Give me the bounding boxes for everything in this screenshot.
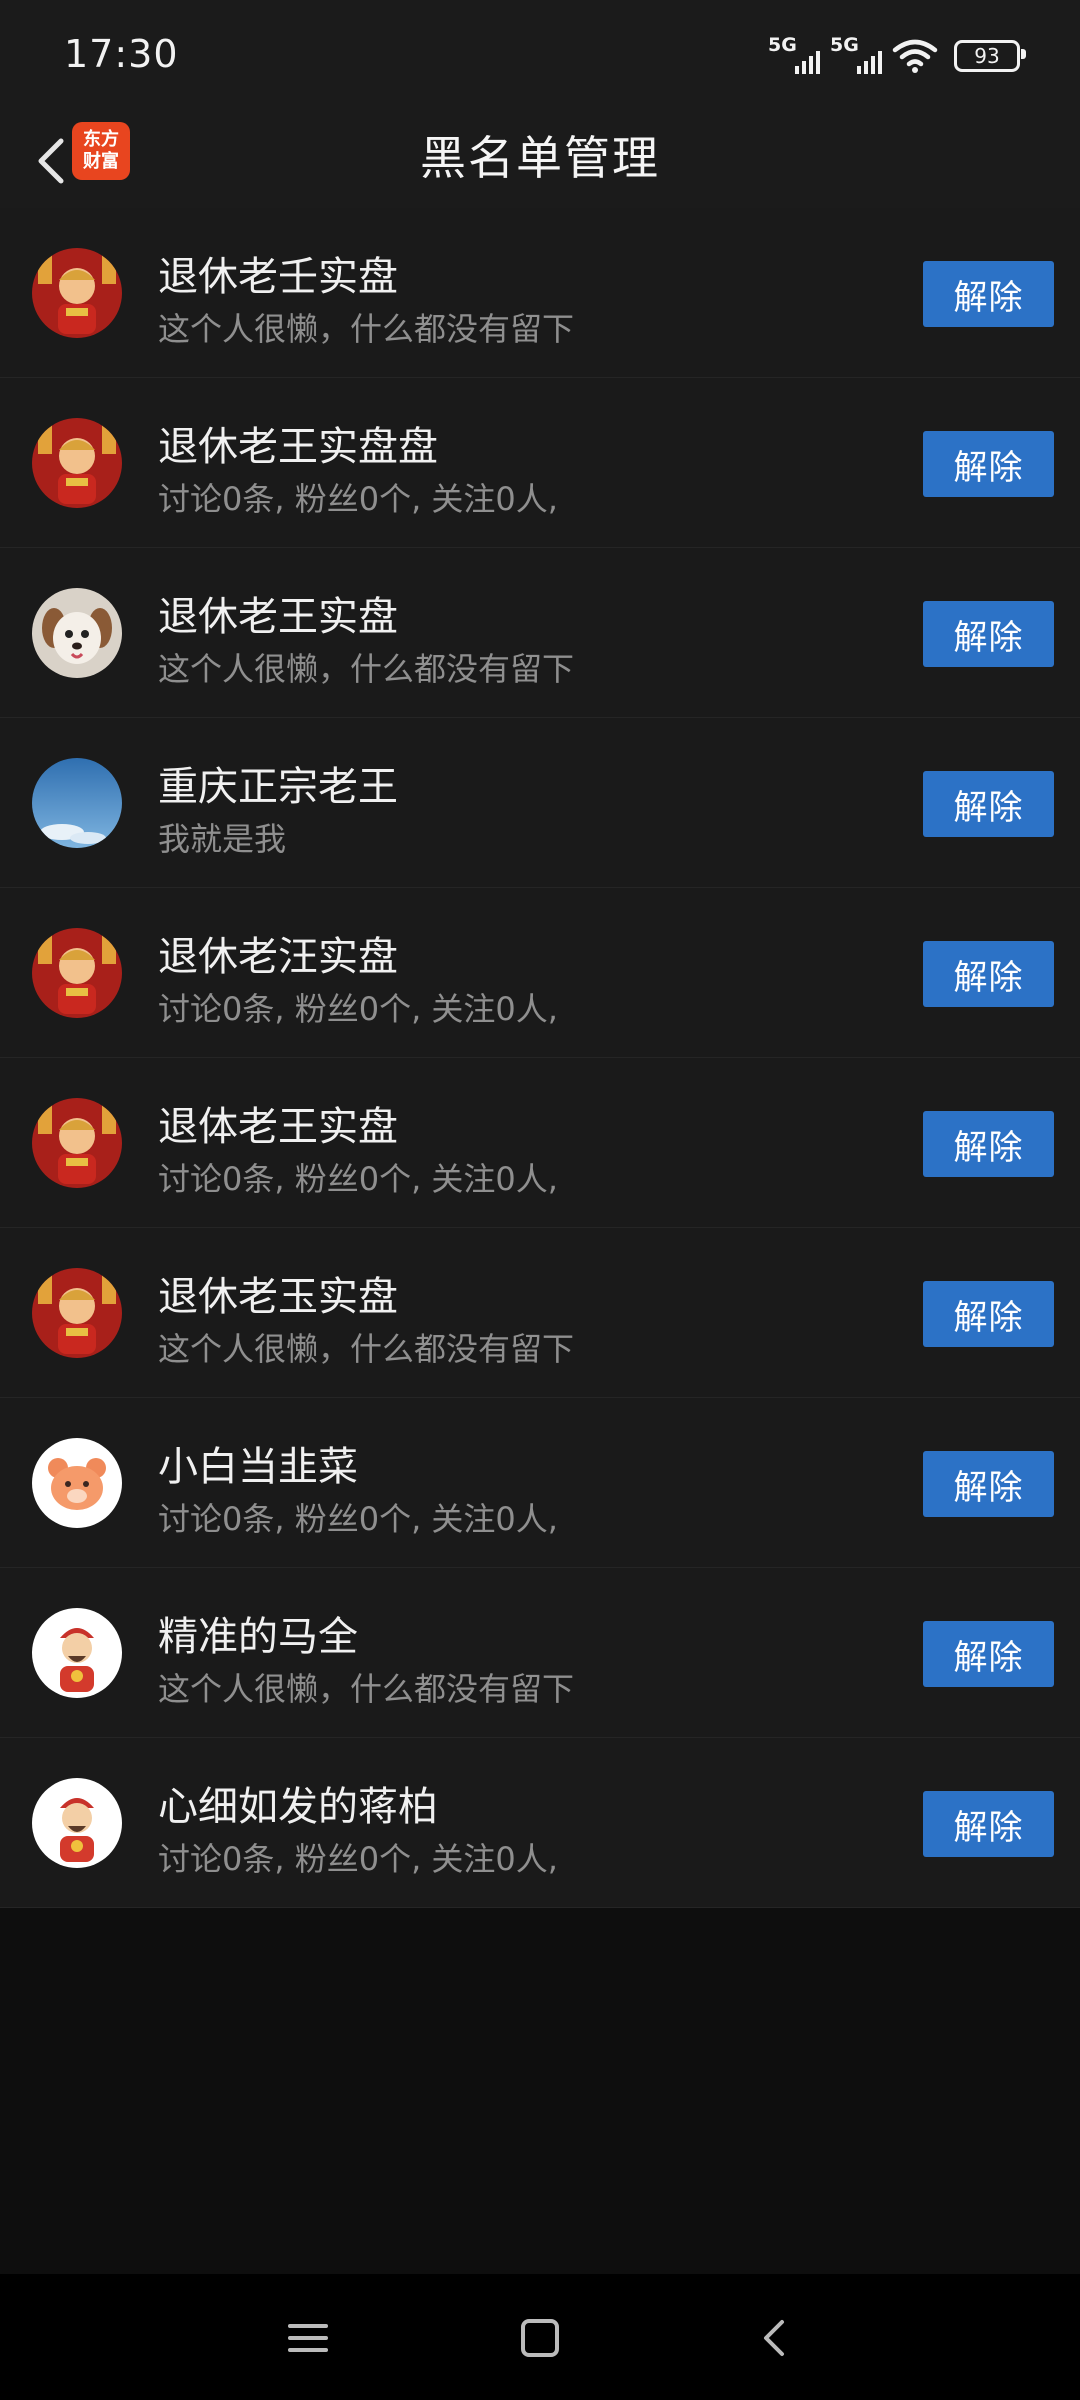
signal-5g-icon: 5G xyxy=(768,34,820,74)
sky-icon xyxy=(32,758,122,848)
avatar[interactable] xyxy=(32,418,122,508)
user-description: 这个人很懒，什么都没有留下 xyxy=(158,1330,575,1368)
user-name[interactable]: 小白当韭菜 xyxy=(158,1434,358,1492)
user-description: 这个人很懒，什么都没有留下 xyxy=(158,310,575,348)
unblock-button[interactable]: 解除 xyxy=(923,601,1054,667)
avatar[interactable] xyxy=(32,758,122,848)
blacklist-row: 退休老玉实盘这个人很懒，什么都没有留下 解除 xyxy=(0,1228,1080,1398)
user-name[interactable]: 心细如发的蒋柏 xyxy=(158,1774,438,1832)
caishen-red-icon xyxy=(32,418,122,508)
avatar[interactable] xyxy=(32,1778,122,1868)
unblock-button[interactable]: 解除 xyxy=(923,1111,1054,1177)
unblock-button[interactable]: 解除 xyxy=(923,1791,1054,1857)
user-name[interactable]: 精准的马全 xyxy=(158,1604,358,1662)
blacklist-row: 心细如发的蒋柏讨论0条, 粉丝0个, 关注0人, 解除 xyxy=(0,1738,1080,1908)
status-time: 17:30 xyxy=(64,32,179,76)
blacklist-row: 精准的马全这个人很懒，什么都没有留下 解除 xyxy=(0,1568,1080,1738)
bear-icon xyxy=(32,1438,122,1528)
user-name[interactable]: 退休老壬实盘 xyxy=(158,244,398,302)
user-description: 这个人很懒，什么都没有留下 xyxy=(158,1670,575,1708)
menu-icon xyxy=(288,2324,328,2352)
user-description: 讨论0条, 粉丝0个, 关注0人, xyxy=(158,1160,558,1198)
blacklist-row: 退休老王实盘盘讨论0条, 粉丝0个, 关注0人, 解除 xyxy=(0,378,1080,548)
avatar[interactable] xyxy=(32,588,122,678)
app-header: 东方 财富 黑名单管理 xyxy=(0,116,1080,208)
caishen-red-icon xyxy=(32,248,122,338)
avatar[interactable] xyxy=(32,1438,122,1528)
unblock-button[interactable]: 解除 xyxy=(923,1621,1054,1687)
puppy-icon xyxy=(32,588,122,678)
system-nav-bar xyxy=(0,2274,1080,2400)
user-name[interactable]: 退休老王实盘 xyxy=(158,584,398,642)
unblock-button[interactable]: 解除 xyxy=(923,1281,1054,1347)
caishen-red-icon xyxy=(32,928,122,1018)
user-name[interactable]: 退体老王实盘 xyxy=(158,1094,398,1152)
blacklist: 退休老壬实盘 这个人很懒，什么都没有留下 解除 退休老王实盘盘 讨论0条, 粉丝0个, … xyxy=(0,208,1080,1908)
blacklist-row: 退体老王实盘讨论0条, 粉丝0个, 关注0人, 解除 xyxy=(0,1058,1080,1228)
user-description: 讨论0条, 粉丝0个, 关注0人, xyxy=(158,1500,558,1538)
unblock-button[interactable]: 解除 xyxy=(923,261,1054,327)
status-bar: 17:30 5G 5G 93 xyxy=(0,0,1080,116)
caishen-red-icon xyxy=(32,1098,122,1188)
unblock-button[interactable]: 解除 xyxy=(923,431,1054,497)
blacklist-row: 退休老壬实盘这个人很懒，什么都没有留下 解除 xyxy=(0,208,1080,378)
battery-icon: 93 xyxy=(954,40,1026,72)
wifi-icon xyxy=(892,39,938,73)
user-name[interactable]: 退休老玉实盘 xyxy=(158,1264,398,1322)
user-description: 这个人很懒，什么都没有留下 xyxy=(158,650,575,688)
page-title: 黑名单管理 xyxy=(420,131,660,185)
unblock-button[interactable]: 解除 xyxy=(923,771,1054,837)
avatar[interactable] xyxy=(32,248,122,338)
home-square-icon xyxy=(521,2319,559,2357)
home-button[interactable] xyxy=(512,2310,568,2366)
blacklist-row: 小白当韭菜讨论0条, 粉丝0个, 关注0人, 解除 xyxy=(0,1398,1080,1568)
user-name[interactable]: 退休老王实盘盘 xyxy=(158,414,438,472)
back-triangle-icon xyxy=(764,2320,784,2356)
blacklist-row: 退休老王实盘这个人很懒，什么都没有留下 解除 xyxy=(0,548,1080,718)
battery-level: 93 xyxy=(974,44,1000,68)
user-description: 讨论0条, 粉丝0个, 关注0人, xyxy=(158,480,558,518)
user-description: 讨论0条, 粉丝0个, 关注0人, xyxy=(158,1840,558,1878)
avatar[interactable] xyxy=(32,1098,122,1188)
menu-button[interactable] xyxy=(280,2310,336,2366)
nav-back-button[interactable] xyxy=(746,2310,802,2366)
user-name[interactable]: 重庆正宗老王 xyxy=(158,754,398,812)
user-name[interactable]: 退休老汪实盘 xyxy=(158,924,398,982)
blacklist-row: 重庆正宗老王我就是我 解除 xyxy=(0,718,1080,888)
unblock-button[interactable]: 解除 xyxy=(923,1451,1054,1517)
user-description: 讨论0条, 粉丝0个, 关注0人, xyxy=(158,990,558,1028)
unblock-button[interactable]: 解除 xyxy=(923,941,1054,1007)
caishen-white-icon xyxy=(32,1778,122,1868)
signal-5g-icon: 5G xyxy=(830,34,882,74)
user-description: 我就是我 xyxy=(158,820,287,858)
blacklist-row: 退休老汪实盘讨论0条, 粉丝0个, 关注0人, 解除 xyxy=(0,888,1080,1058)
caishen-red-icon xyxy=(32,1268,122,1358)
status-icons: 5G 5G 93 xyxy=(768,34,1026,76)
caishen-white-icon xyxy=(32,1608,122,1698)
avatar[interactable] xyxy=(32,928,122,1018)
avatar[interactable] xyxy=(32,1608,122,1698)
avatar[interactable] xyxy=(32,1268,122,1358)
